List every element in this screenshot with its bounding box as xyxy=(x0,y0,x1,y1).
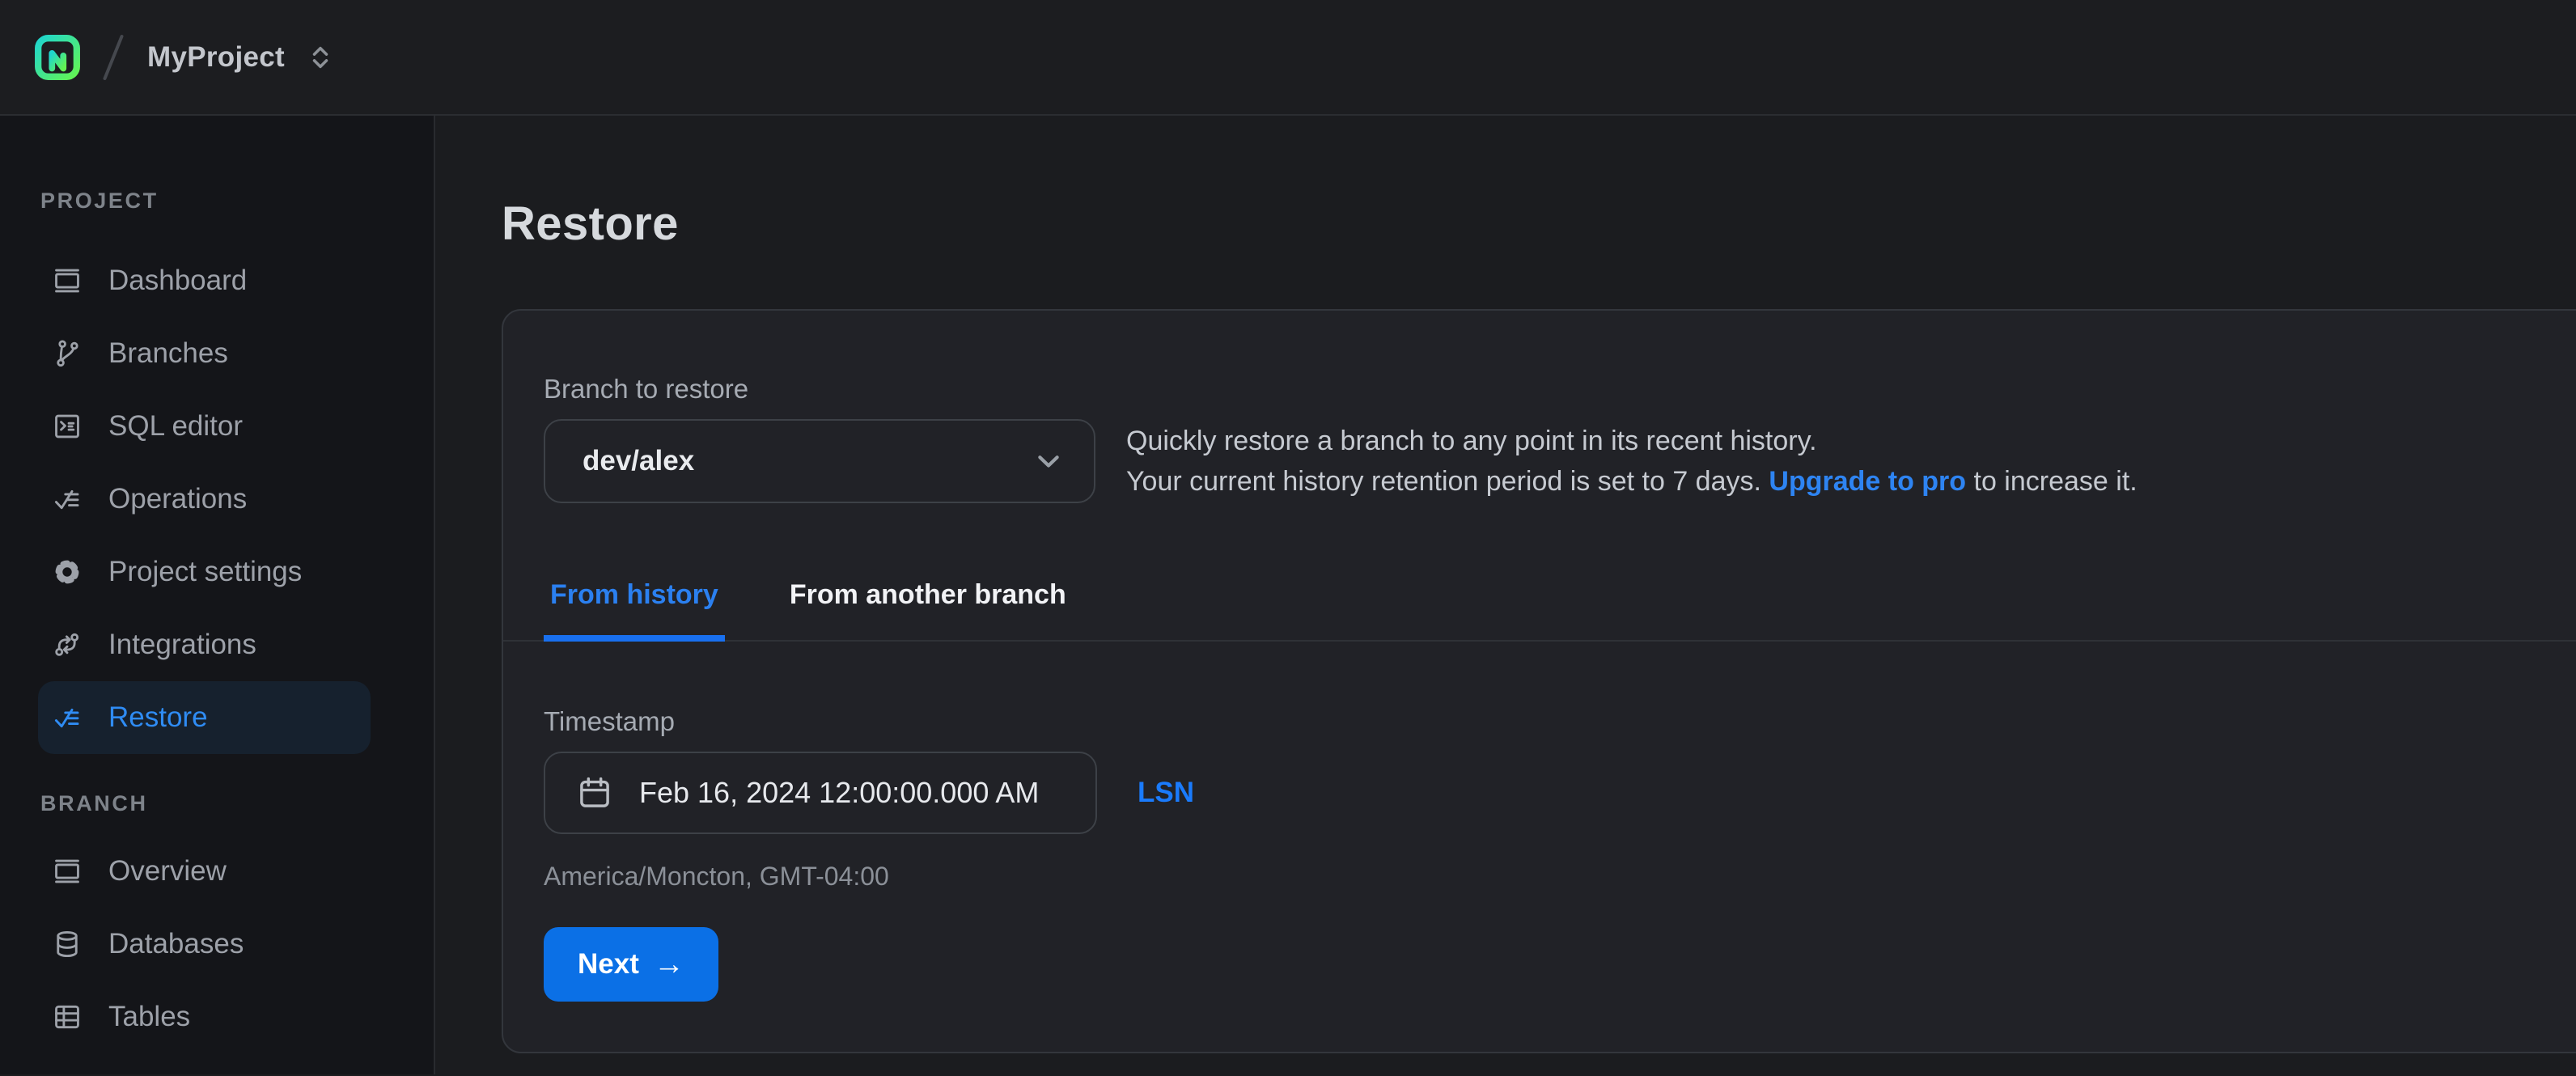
branch-select[interactable]: dev/alex xyxy=(544,419,1095,503)
integrations-icon xyxy=(52,629,83,660)
sidebar-item-dashboard[interactable]: Dashboard xyxy=(38,244,371,317)
sidebar: PROJECT Dashboard Branches xyxy=(0,116,435,1074)
description-line2-after: to increase it. xyxy=(1966,466,2137,497)
branch-select-value: dev/alex xyxy=(583,445,694,477)
neon-logo[interactable] xyxy=(34,32,81,83)
sidebar-section-project: PROJECT xyxy=(40,189,434,211)
operations-checklist-icon xyxy=(52,484,83,515)
description-line2: Your current history retention period is… xyxy=(1126,466,1769,497)
next-button[interactable]: Next → xyxy=(544,927,718,1002)
upgrade-to-pro-link[interactable]: Upgrade to pro xyxy=(1769,466,1966,497)
restore-card: Branch to restore dev/alex Quickly resto… xyxy=(502,309,2576,1053)
sidebar-item-label: Databases xyxy=(108,928,244,960)
arrow-right-icon: → xyxy=(654,949,684,980)
sidebar-item-label: Restore xyxy=(108,701,208,734)
sidebar-item-label: Tables xyxy=(108,1001,190,1033)
sidebar-item-operations[interactable]: Operations xyxy=(38,463,371,536)
timezone-text: America/Moncton, GMT-04:00 xyxy=(544,862,2574,892)
page-title: Restore xyxy=(502,197,2576,251)
sidebar-item-restore[interactable]: Restore xyxy=(38,681,371,754)
timestamp-value: Feb 16, 2024 12:00:00.000 AM xyxy=(639,776,1039,810)
sidebar-item-tables[interactable]: Tables xyxy=(38,981,371,1053)
chevron-down-icon xyxy=(1031,443,1066,479)
next-button-label: Next xyxy=(578,948,639,981)
tab-from-history[interactable]: From history xyxy=(544,555,725,642)
branch-to-restore-label: Branch to restore xyxy=(544,374,2574,405)
project-switcher[interactable]: MyProject xyxy=(147,41,337,74)
sidebar-item-overview[interactable]: Overview xyxy=(38,835,371,908)
main-content: Restore Branch to restore dev/alex Quick… xyxy=(435,116,2576,1074)
sidebar-item-integrations[interactable]: Integrations xyxy=(38,608,371,681)
sidebar-item-branches[interactable]: Branches xyxy=(38,317,371,390)
tab-from-another-branch[interactable]: From another branch xyxy=(783,555,1073,642)
sidebar-item-project-settings[interactable]: Project settings xyxy=(38,536,371,608)
sidebar-item-label: Project settings xyxy=(108,556,302,588)
git-branch-icon xyxy=(52,338,83,369)
sidebar-item-label: Dashboard xyxy=(108,265,247,297)
sidebar-item-sql-editor[interactable]: SQL editor xyxy=(38,390,371,463)
sidebar-item-label: SQL editor xyxy=(108,410,243,443)
calendar-icon xyxy=(576,774,613,811)
sidebar-item-databases[interactable]: Databases xyxy=(38,908,371,981)
timestamp-input[interactable]: Feb 16, 2024 12:00:00.000 AM xyxy=(544,752,1097,834)
database-icon xyxy=(52,929,83,960)
chevron-updown-icon xyxy=(304,41,337,74)
sql-editor-icon xyxy=(52,411,83,442)
restore-tabs: From history From another branch xyxy=(503,555,2576,642)
overview-icon xyxy=(52,856,83,887)
sidebar-item-label: Integrations xyxy=(108,629,256,661)
top-bar: MyProject xyxy=(0,0,2576,116)
restore-checklist-icon xyxy=(52,702,83,733)
gear-icon xyxy=(52,557,83,587)
sidebar-item-label: Operations xyxy=(108,483,247,515)
sidebar-item-label: Branches xyxy=(108,337,228,370)
breadcrumb-slash xyxy=(103,34,124,80)
dashboard-icon xyxy=(52,265,83,296)
project-name: MyProject xyxy=(147,41,285,74)
sidebar-item-label: Overview xyxy=(108,855,227,887)
description-line1: Quickly restore a branch to any point in… xyxy=(1126,426,1817,456)
sidebar-item-cutoff[interactable] xyxy=(38,1065,371,1074)
sidebar-section-branch: BRANCH xyxy=(40,791,434,814)
table-icon xyxy=(52,1002,83,1032)
restore-description: Quickly restore a branch to any point in… xyxy=(1126,421,2137,502)
timestamp-label: Timestamp xyxy=(544,706,2574,737)
lsn-link[interactable]: LSN xyxy=(1138,777,1194,809)
